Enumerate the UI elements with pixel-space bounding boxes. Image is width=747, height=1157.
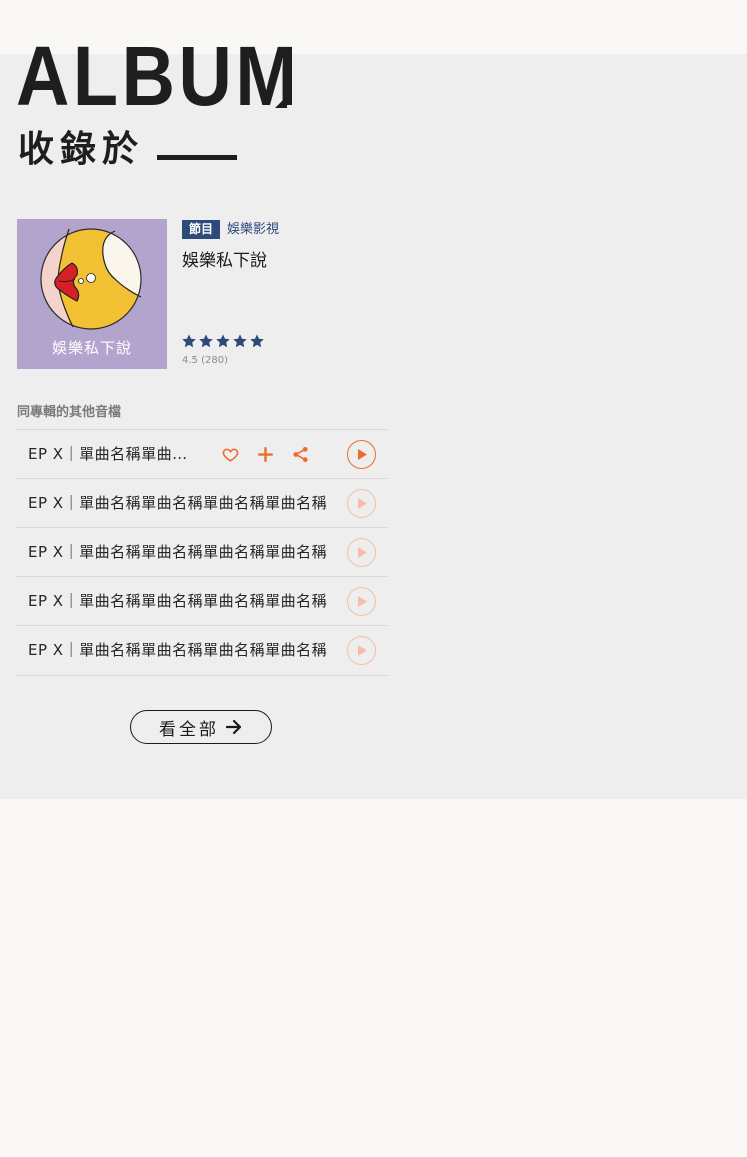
track-row[interactable]: EP X｜單曲名稱單曲名稱單曲名稱單曲名稱: [16, 429, 388, 478]
play-button[interactable]: [347, 636, 376, 665]
star-icon: [233, 334, 247, 348]
track-title[interactable]: EP X｜單曲名稱單曲名稱單曲名稱單曲名稱: [28, 577, 328, 626]
track-list: EP X｜單曲名稱單曲名稱單曲名稱單曲名稱 EP X｜單曲名稱單曲名稱單曲名稱單…: [16, 429, 388, 676]
category-link[interactable]: 娛樂影視: [227, 220, 279, 239]
play-icon: [357, 498, 367, 509]
rating-value: 4.5 (280): [182, 355, 228, 366]
share-icon[interactable]: [291, 445, 310, 464]
play-button[interactable]: [347, 489, 376, 518]
type-badge: 節目: [182, 220, 221, 239]
view-all-button[interactable]: 看全部: [130, 710, 272, 744]
track-row[interactable]: EP X｜單曲名稱單曲名稱單曲名稱單曲名稱: [16, 478, 388, 527]
play-icon: [357, 547, 367, 558]
track-row[interactable]: EP X｜單曲名稱單曲名稱單曲名稱單曲名稱: [16, 625, 388, 676]
view-all-label: 看全部: [159, 719, 219, 740]
track-title[interactable]: EP X｜單曲名稱單曲名稱單曲名稱單曲名稱: [28, 430, 198, 479]
track-title[interactable]: EP X｜單曲名稱單曲名稱單曲名稱單曲名稱: [28, 626, 328, 675]
play-button[interactable]: [347, 587, 376, 616]
play-button[interactable]: [347, 538, 376, 567]
section-heading-zh: 收錄於: [18, 129, 145, 170]
play-icon: [357, 449, 367, 460]
section-heading-en: ALBUM: [16, 29, 301, 123]
star-icon: [250, 334, 264, 348]
rating-stars: [181, 333, 265, 351]
arrow-right-icon: [225, 719, 242, 735]
play-icon: [357, 645, 367, 656]
heart-icon[interactable]: [221, 445, 240, 464]
star-icon: [182, 334, 196, 348]
heading-underline: [157, 155, 237, 160]
cover-caption: 娛樂私下說: [51, 339, 132, 357]
plus-icon[interactable]: [256, 445, 275, 464]
album-cover[interactable]: 娛樂私下說: [17, 219, 167, 369]
track-title[interactable]: EP X｜單曲名稱單曲名稱單曲名稱單曲名稱: [28, 479, 328, 528]
corner-decoration: [275, 96, 287, 108]
play-icon: [357, 596, 367, 607]
program-title[interactable]: 娛樂私下說: [182, 246, 267, 271]
star-icon: [216, 334, 230, 348]
other-tracks-label: 同專輯的其他音檔: [17, 405, 122, 420]
star-icon: [199, 334, 213, 348]
track-row[interactable]: EP X｜單曲名稱單曲名稱單曲名稱單曲名稱: [16, 527, 388, 576]
track-title[interactable]: EP X｜單曲名稱單曲名稱單曲名稱單曲名稱: [28, 528, 328, 577]
track-actions: [221, 445, 310, 464]
play-button[interactable]: [347, 440, 376, 469]
track-row[interactable]: EP X｜單曲名稱單曲名稱單曲名稱單曲名稱: [16, 576, 388, 625]
